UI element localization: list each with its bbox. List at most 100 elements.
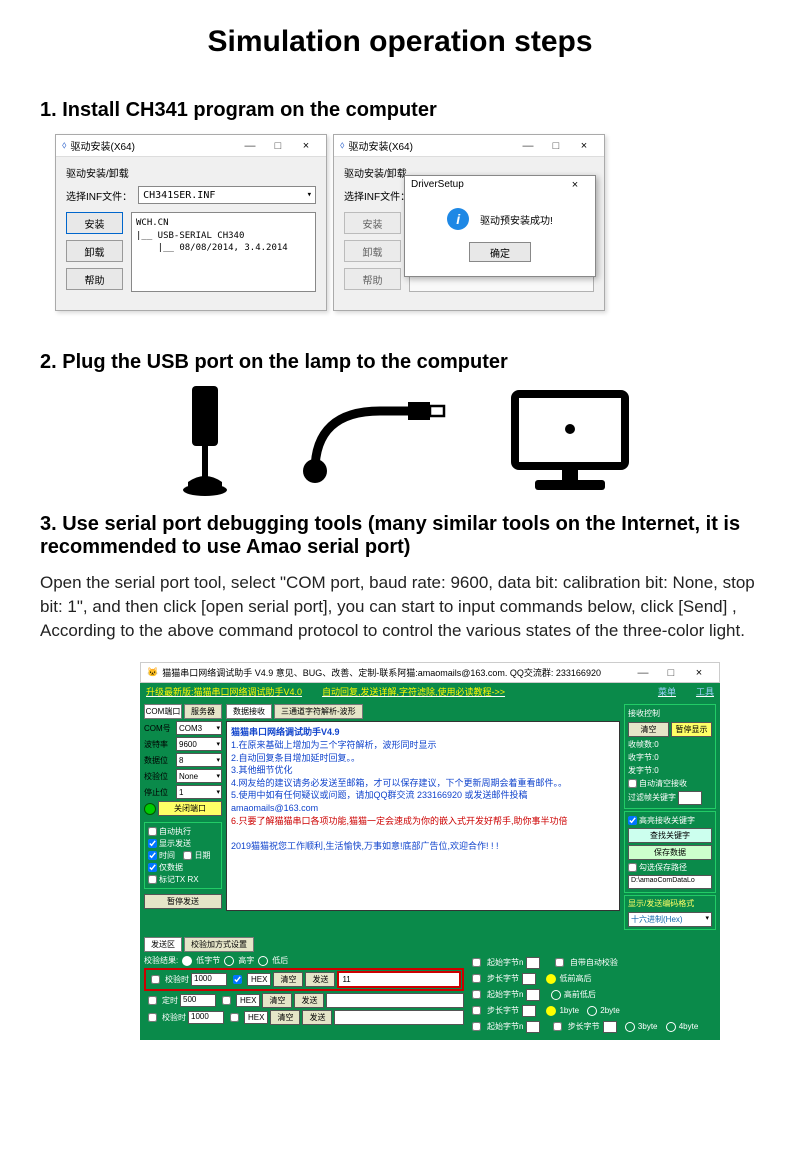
check-autocrc[interactable] [555, 958, 564, 967]
baud-label: 波特率 [144, 739, 174, 750]
minimize-button[interactable]: — [629, 667, 657, 679]
send2-button[interactable]: 发送 [294, 993, 324, 1008]
radio-4byte[interactable] [666, 1022, 676, 1032]
com-label: COM号 [144, 723, 174, 734]
popup-title: DriverSetup [411, 179, 561, 191]
baud-select[interactable]: 9600 [176, 737, 222, 751]
popup-ok-button[interactable]: 确定 [469, 242, 531, 262]
maximize-button[interactable]: □ [264, 140, 292, 152]
tab-recv[interactable]: 数据接收 [226, 704, 272, 719]
install-button[interactable]: 安装 [344, 212, 401, 234]
check-startbyte3[interactable] [472, 1022, 481, 1031]
save-path-field[interactable]: D:\amaoComDataLo [628, 875, 712, 889]
stepbyte2-input[interactable] [522, 1005, 536, 1017]
check-startbyte2[interactable] [472, 990, 481, 999]
check-timed3[interactable] [148, 1013, 157, 1022]
upgrade-link[interactable]: 升级最新版:猫猫串口网络调试助手V4.0 [146, 685, 302, 698]
tab-sendarea[interactable]: 发送区 [144, 937, 182, 952]
startbyte3-input[interactable] [526, 1021, 540, 1033]
uninstall-button[interactable]: 卸载 [66, 240, 123, 262]
send3-input[interactable] [334, 1010, 464, 1025]
check-hex3[interactable] [230, 1013, 239, 1022]
radio-2byte[interactable] [587, 1006, 597, 1016]
com-select[interactable]: COM3 [176, 721, 222, 735]
tab-com[interactable]: COM端口 [144, 704, 182, 719]
check-autorun[interactable]: 自动执行 [148, 826, 218, 837]
time1-input[interactable]: 1000 [191, 973, 227, 986]
clear1-button[interactable]: 清空 [273, 972, 303, 987]
startbyte1-input[interactable] [526, 957, 540, 969]
tab-checksum[interactable]: 校验加方式设置 [184, 937, 254, 952]
pause-send-button[interactable]: 暂停发送 [144, 894, 222, 909]
tab-server[interactable]: 服务器 [184, 704, 222, 719]
tab-wave[interactable]: 三通道字符解析-波形 [274, 704, 363, 719]
radio-1byte[interactable] [546, 1006, 556, 1016]
stopbit-select[interactable]: 1 [176, 785, 222, 799]
step3-body: Open the serial port tool, select "COM p… [40, 571, 760, 642]
console-area[interactable]: 猫猫串口网络调试助手V4.9 1.在原来基础上增加为三个字符解析，波形同时显示 … [226, 721, 620, 911]
check-savepath[interactable]: 勾选保存路径 [628, 862, 712, 873]
stepbyte1-input[interactable] [522, 973, 536, 985]
check-stepbyte3[interactable] [553, 1022, 562, 1031]
tools-button[interactable]: 工具 [696, 685, 714, 698]
check-autoclear[interactable]: 自动清空接收 [628, 778, 712, 789]
parity-label: 校验位 [144, 771, 174, 782]
check-timed2[interactable] [148, 996, 157, 1005]
help-button[interactable]: 帮助 [66, 268, 123, 290]
check-hex2[interactable] [222, 996, 231, 1005]
radio-highfront[interactable] [551, 990, 561, 1000]
check-startbyte1[interactable] [472, 958, 481, 967]
check-hex1[interactable] [233, 975, 242, 984]
check-showsend[interactable]: 显示发送 [148, 838, 218, 849]
check-timed1[interactable] [151, 975, 160, 984]
step2-heading: 2. Plug the USB port on the lamp to the … [40, 351, 760, 374]
close-button[interactable]: × [292, 140, 320, 152]
close-button[interactable]: × [570, 140, 598, 152]
save-data-button[interactable]: 保存数据 [628, 845, 712, 860]
clear2-button[interactable]: 清空 [262, 993, 292, 1008]
radio-highbyte[interactable] [224, 956, 234, 966]
maximize-button[interactable]: □ [542, 140, 570, 152]
check-dataonly[interactable]: 仅数据 [148, 862, 218, 873]
time2-input[interactable]: 500 [180, 994, 216, 1007]
close-port-button[interactable]: 关闭端口 [158, 801, 222, 816]
clear3-button[interactable]: 清空 [270, 1010, 300, 1025]
uninstall-button[interactable]: 卸载 [344, 240, 401, 262]
encoding-select[interactable]: 十六进制(Hex) [628, 912, 712, 927]
time3-input[interactable]: 1000 [188, 1011, 224, 1024]
close-button[interactable]: × [685, 667, 713, 679]
inf-dropdown[interactable]: CH341SER.INF [138, 186, 316, 204]
minimize-button[interactable]: — [514, 140, 542, 152]
maximize-button[interactable]: □ [657, 667, 685, 679]
radio-lowafter[interactable] [258, 956, 268, 966]
find-keyword-button[interactable]: 查找关键字 [628, 828, 712, 843]
check-highlight[interactable]: 高亮接收关键字 [628, 815, 712, 826]
check-stepbyte2[interactable] [472, 1006, 481, 1015]
send1-input[interactable]: 11 [337, 971, 461, 988]
app-icon: ⬨ [340, 140, 345, 151]
popup-close-button[interactable]: × [561, 179, 589, 191]
send1-button[interactable]: 发送 [305, 972, 335, 987]
clear-button[interactable]: 清空 [628, 722, 669, 737]
filter-kw-input[interactable] [678, 791, 702, 805]
monitor-icon [510, 389, 630, 499]
send2-input[interactable] [326, 993, 464, 1008]
minimize-button[interactable]: — [236, 140, 264, 152]
databit-select[interactable]: 8 [176, 753, 222, 767]
send3-button[interactable]: 发送 [302, 1010, 332, 1025]
check-marktxrx[interactable]: 标记TX RX [148, 874, 218, 885]
startbyte2-input[interactable] [526, 989, 540, 1001]
radio-lowbyte[interactable] [182, 956, 192, 966]
stepbyte3-input[interactable] [603, 1021, 617, 1033]
tutorial-link[interactable]: 自动回复,发送详解,字符滤除,使用必读教程->> [322, 685, 505, 698]
hex2-label: HEX [236, 994, 260, 1007]
parity-select[interactable]: None [176, 769, 222, 783]
radio-lowfront[interactable] [546, 974, 556, 984]
check-time[interactable]: 时间 日期 [148, 850, 218, 861]
help-button[interactable]: 帮助 [344, 268, 401, 290]
radio-3byte[interactable] [625, 1022, 635, 1032]
install-button[interactable]: 安装 [66, 212, 123, 234]
pause-display-button[interactable]: 暂停显示 [671, 722, 712, 737]
menu-button[interactable]: 菜单 [658, 685, 676, 698]
check-stepbyte1[interactable] [472, 974, 481, 983]
